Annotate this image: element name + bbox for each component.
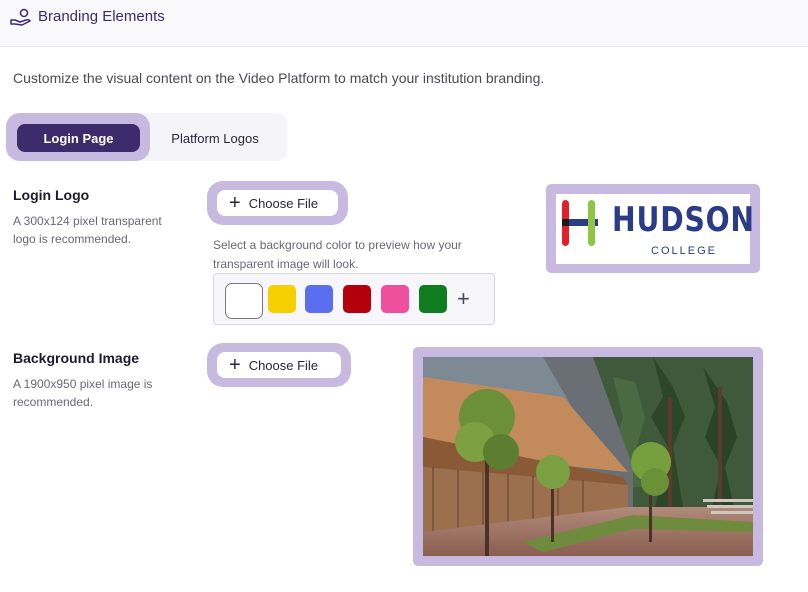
login-logo-choose-file-button[interactable]: + Choose File: [217, 190, 338, 216]
login-logo-hint: A 300x124 pixel transparent logo is reco…: [13, 214, 162, 246]
plus-icon: +: [229, 192, 241, 214]
background-image-choose-file-button[interactable]: + Choose File: [217, 352, 341, 378]
tab-login-page[interactable]: Login Page: [17, 124, 140, 152]
logo-wordmark: HUDSON: [612, 200, 755, 240]
choose-file-label: Choose File: [248, 195, 319, 211]
swatch-white[interactable]: [225, 283, 263, 319]
login-logo-title: Login Logo: [13, 187, 90, 203]
swatch-pink[interactable]: [381, 285, 409, 313]
tab-bar: Login Page Platform Logos: [6, 113, 287, 161]
add-color-icon[interactable]: +: [457, 286, 470, 312]
logo-subtitle: COLLEGE: [651, 245, 717, 257]
hudson-h-mark-icon: [562, 200, 598, 246]
swatch-yellow[interactable]: [268, 285, 296, 313]
background-color-hint: Select a background color to preview how…: [213, 238, 462, 271]
campus-photo: [423, 357, 753, 556]
login-logo-upload: + Choose File: [207, 181, 348, 225]
background-image-title: Background Image: [13, 350, 140, 366]
tab-platform-logos[interactable]: Platform Logos: [160, 124, 270, 152]
page-header: Branding Elements: [0, 0, 808, 47]
background-image-upload: + Choose File: [207, 343, 351, 387]
background-image-hint: A 1900x950 pixel image is recommended.: [13, 377, 153, 409]
login-logo-preview-frame: HUDSON COLLEGE: [546, 184, 760, 273]
hand-coin-icon: [9, 8, 33, 28]
page-title: Branding Elements: [38, 8, 165, 25]
swatch-green[interactable]: [419, 285, 447, 313]
plus-icon: +: [229, 354, 241, 376]
swatch-red[interactable]: [343, 285, 371, 313]
login-logo-preview: HUDSON COLLEGE: [556, 194, 754, 264]
page-description: Customize the visual content on the Vide…: [13, 70, 545, 86]
color-swatch-panel: +: [213, 273, 495, 325]
swatch-blue[interactable]: [305, 285, 333, 313]
background-image-preview-frame: [413, 347, 763, 566]
choose-file-label: Choose File: [248, 357, 319, 373]
